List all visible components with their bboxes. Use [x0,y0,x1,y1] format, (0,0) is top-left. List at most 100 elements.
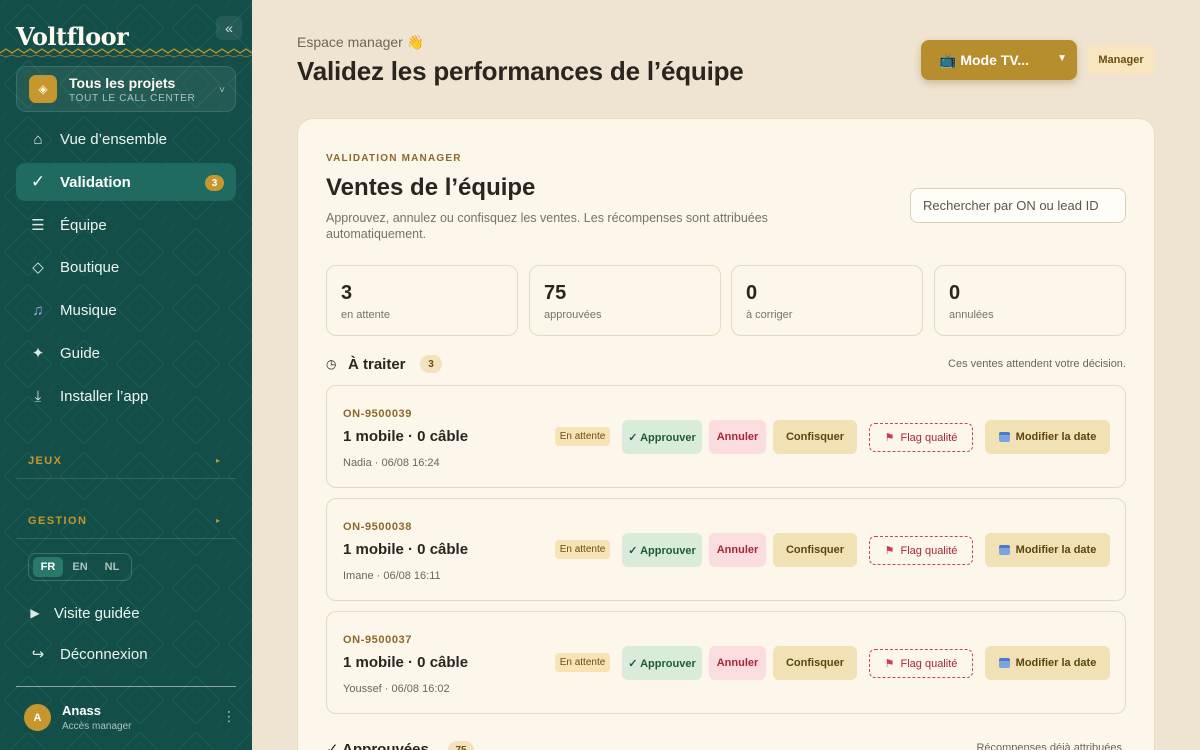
flag-icon: ⚑ [884,658,895,670]
sidebar-item-validation[interactable]: ✓ Validation 3 [16,163,236,201]
sale-meta: Nadia · 06/08 16:24 [343,457,440,469]
status-badge: En attente [555,653,610,672]
approve-button[interactable]: ✓ Approuver [622,533,702,567]
sidebar-item-label: Musique [60,301,117,319]
calendar-icon [998,432,1010,442]
sale-meta: Youssef · 06/08 16:02 [343,683,450,695]
flag-quality-label: Flag qualité [900,544,958,557]
sale-id: ON-9500037 [343,634,412,646]
logout-button[interactable]: ↪ Déconnexion [16,635,236,673]
cancel-button[interactable]: Annuler [709,533,766,567]
tv-mode-button[interactable]: 📺 Mode TV... ▼ [921,40,1077,80]
sidebar-item-label: Installer l’app [60,387,149,405]
sale-id: ON-9500039 [343,408,412,420]
panel-title: Ventes de l’équipe [326,174,536,201]
stat-label: approuvées [544,309,602,321]
check-icon: ✓ [30,172,46,191]
sparkle-icon: ✦ [31,345,45,362]
modify-date-button[interactable]: Modifier la date [985,646,1110,680]
language-en[interactable]: EN [65,557,95,577]
sidebar-item-label: Boutique [60,258,120,276]
sidebar-item-install[interactable]: ⤓ Installer l’app [16,377,236,415]
modify-date-label: Modifier la date [1015,657,1097,669]
calendar-icon [998,658,1010,668]
project-selector[interactable]: ◈ Tous les projets TOUT LE CALL CENTER ˅ [16,66,236,112]
stat-pending: 3 en attente [326,265,518,336]
play-icon: ▶ [30,606,40,620]
flag-quality-label: Flag qualité [900,657,958,670]
tv-mode-label: 📺 Mode TV... [939,51,1030,68]
panel-description: Approuvez, annulez ou confisquez les ven… [326,211,768,241]
confiscate-button[interactable]: Confisquer [773,646,857,680]
page-title: Validez les performances de l’équipe [297,56,744,86]
section-management[interactable]: GESTION [28,515,87,527]
app-logo: Voltfloor [16,22,129,51]
stat-value: 75 [544,282,567,304]
sidebar-item-guide[interactable]: ✦ Guide [16,334,236,372]
flag-quality-button[interactable]: ⚑ Flag qualité [869,649,973,678]
confiscate-button[interactable]: Confisquer [773,420,857,454]
guided-tour-button[interactable]: ▶ Visite guidée [16,594,236,632]
clock-icon: ◷ [326,357,337,371]
modify-date-label: Modifier la date [1015,544,1097,556]
logout-label: Déconnexion [60,645,148,663]
language-fr[interactable]: FR [33,557,63,577]
cancel-button[interactable]: Annuler [709,420,766,454]
stat-approved: 75 approuvées [529,265,721,336]
chevron-down-icon: ˅ [219,85,225,96]
sidebar-item-overview[interactable]: ⌂ Vue d’ensemble [16,120,236,158]
stat-value: 0 [949,282,961,304]
sidebar-item-label: Vue d’ensemble [60,130,168,148]
sidebar-item-team[interactable]: ☰ Équipe [16,206,236,244]
queue-count-badge: 3 [420,355,442,373]
stat-value: 0 [746,282,758,304]
sidebar-divider [16,686,236,687]
sale-title: 1 mobile · 0 câble [343,428,469,445]
guided-tour-label: Visite guidée [54,604,140,622]
sale-id: ON-9500038 [343,521,412,533]
approved-hint: Récompenses déjà attribuées [976,742,1122,750]
decorative-divider [0,48,252,58]
sidebar-item-music[interactable]: ♫ Musique [16,291,236,329]
language-switcher: FR EN NL [28,553,132,581]
approved-section-title: ✓ Approuvées [326,741,429,750]
stat-label: à corriger [746,309,793,321]
avatar: A [24,704,51,731]
sidebar: Voltfloor « ◈ Tous les projets TOUT LE C… [0,0,252,750]
status-badge: En attente [555,427,610,446]
sidebar-item-shop[interactable]: ◇ Boutique [16,248,236,286]
search-input[interactable] [910,188,1126,223]
flag-quality-button[interactable]: ⚑ Flag qualité [869,536,973,565]
panel-eyebrow: VALIDATION MANAGER [326,153,462,164]
more-vertical-icon[interactable]: ⋮ [222,708,236,725]
list-icon: ☰ [31,217,45,234]
user-name: Anass [62,703,102,718]
status-badge: En attente [555,540,610,559]
role-badge: Manager [1087,45,1155,75]
language-nl[interactable]: NL [97,557,127,577]
confiscate-button[interactable]: Confisquer [773,533,857,567]
project-icon: ◈ [29,75,57,103]
modify-date-button[interactable]: Modifier la date [985,420,1110,454]
diamond-icon: ◇ [32,259,44,276]
validation-count-badge: 3 [205,175,224,191]
sale-row: ON-9500039 1 mobile · 0 câble Nadia · 06… [326,385,1126,488]
flag-icon: ⚑ [884,432,895,444]
flag-quality-button[interactable]: ⚑ Flag qualité [869,423,973,452]
project-title: Tous les projets [69,75,176,91]
sidebar-item-label: Guide [60,344,101,362]
collapse-sidebar-icon[interactable]: « [216,16,242,40]
sidebar-divider [16,538,236,539]
modify-date-button[interactable]: Modifier la date [985,533,1110,567]
approve-button[interactable]: ✓ Approuver [622,646,702,680]
caret-right-icon[interactable]: ▸ [216,456,220,465]
queue-hint: Ces ventes attendent votre décision. [948,358,1126,370]
approve-button[interactable]: ✓ Approuver [622,420,702,454]
caret-right-icon[interactable]: ▸ [216,516,220,525]
sale-row: ON-9500038 1 mobile · 0 câble Imane · 06… [326,498,1126,601]
section-games[interactable]: JEUX [28,455,62,467]
stat-cancelled: 0 annulées [934,265,1126,336]
flag-icon: ⚑ [884,545,895,557]
modify-date-label: Modifier la date [1015,431,1097,443]
cancel-button[interactable]: Annuler [709,646,766,680]
